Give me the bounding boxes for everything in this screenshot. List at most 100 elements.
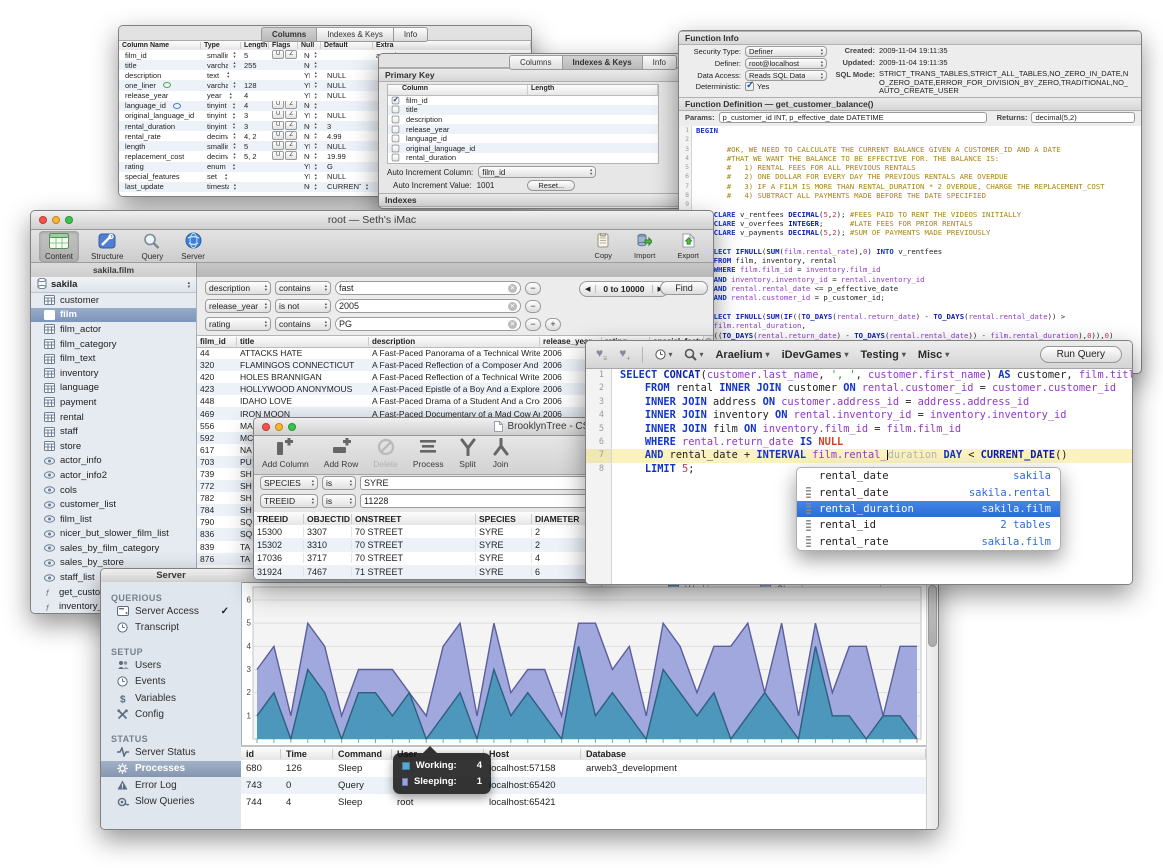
clear-icon[interactable]: ✕ [508, 284, 517, 293]
autocomplete-item[interactable]: rental_durationsakila.film [797, 501, 1060, 517]
csv-row[interactable]: 15302331070 STREETSYRE2 [254, 538, 604, 551]
flag-unsigned[interactable]: U [272, 141, 284, 150]
menu-idevgames[interactable]: iDevGames [782, 349, 849, 361]
toolbar-export[interactable]: Export [671, 231, 705, 261]
filter-value-input[interactable]: 2005✕ [335, 299, 521, 313]
stepper-icon[interactable]: ▴▾ [230, 102, 238, 110]
filter-column-select[interactable]: release_year▴▾ [205, 299, 271, 313]
stepper-icon[interactable]: ▴▾ [312, 102, 319, 110]
sidebar-item-users[interactable]: Users [101, 657, 241, 674]
tab-columns[interactable]: Columns [261, 27, 317, 42]
pk-row[interactable]: description [388, 115, 658, 125]
sidebar-item-film_category[interactable]: film_category [31, 337, 196, 352]
filter-column-select[interactable]: rating▴▾ [205, 317, 271, 331]
stepper-icon[interactable]: ▴▾ [312, 61, 319, 69]
toolbar-copy[interactable]: Copy [589, 231, 619, 261]
pk-row[interactable]: release_year [388, 124, 658, 134]
stepper-icon[interactable]: ▴▾ [224, 71, 232, 79]
data-access-select[interactable]: Reads SQL Data▴▾ [745, 70, 827, 81]
autocomplete-item[interactable]: rental_ratesakila.film [797, 534, 1060, 550]
filter-operator-select[interactable]: contains▴▾ [275, 317, 331, 331]
stepper-icon[interactable]: ▴▾ [230, 163, 238, 171]
stepper-icon[interactable]: ▴▾ [312, 92, 318, 100]
sidebar-item-config[interactable]: Config [101, 707, 241, 724]
menu-testing[interactable]: Testing [861, 349, 906, 361]
flag-zerofill[interactable]: Z [285, 141, 297, 150]
filter-operator-select[interactable]: is not▴▾ [275, 299, 331, 313]
remove-filter-button[interactable]: − [525, 318, 541, 331]
stepper-icon[interactable]: ▴▾ [230, 51, 238, 59]
stepper-icon[interactable]: ▴▾ [222, 173, 230, 181]
stepper-icon[interactable]: ▴▾ [230, 132, 238, 140]
sidebar-item-staff[interactable]: staff [31, 424, 196, 439]
pk-checkbox[interactable] [392, 116, 400, 124]
sidebar-item-actor_info[interactable]: actor_info [31, 454, 196, 469]
stepper-icon[interactable]: ▴▾ [312, 142, 318, 150]
find-button[interactable]: Find [660, 281, 708, 295]
stepper-icon[interactable]: ▴▾ [231, 183, 238, 191]
page-previous-button[interactable]: ◀ [580, 285, 596, 293]
clear-icon[interactable]: ✕ [508, 302, 517, 311]
add-filter-button[interactable]: + [545, 318, 561, 331]
pk-checkbox[interactable] [392, 154, 400, 162]
stepper-icon[interactable]: ▴▾ [230, 112, 238, 120]
clear-icon[interactable]: ✕ [508, 320, 517, 329]
pk-checkbox[interactable] [392, 135, 400, 143]
pk-checkbox[interactable] [392, 125, 400, 133]
vertical-scrollbar[interactable] [926, 582, 938, 829]
stepper-icon[interactable]: ▴▾ [312, 152, 319, 160]
csv-row[interactable]: 31924746771 STREETSYRE6 [254, 565, 604, 578]
stepper-icon[interactable]: ▴▾ [312, 81, 318, 89]
flag-zerofill[interactable]: Z [285, 101, 297, 110]
filter-value-input[interactable]: fast✕ [335, 281, 521, 295]
pk-checkbox[interactable] [392, 96, 400, 104]
params-input[interactable]: p_customer_id INT, p_effective_date DATE… [719, 112, 987, 123]
menu-misc[interactable]: Misc [918, 349, 949, 361]
zoom-button[interactable] [288, 423, 296, 431]
definer-select[interactable]: root@localhost▴▾ [745, 58, 827, 69]
tab-columns[interactable]: Columns [509, 55, 563, 70]
sidebar-item-events[interactable]: Events [101, 674, 241, 691]
remove-filter-button[interactable]: − [525, 300, 541, 313]
stepper-icon[interactable]: ▴▾ [230, 152, 238, 160]
tab-indexes-keys[interactable]: Indexes & Keys [317, 27, 394, 42]
pk-checkbox[interactable] [392, 144, 400, 152]
stepper-icon[interactable]: ▴▾ [188, 281, 190, 289]
filter-value-input[interactable]: SYRE [360, 476, 598, 490]
sidebar-item-variables[interactable]: $Variables [101, 690, 241, 707]
scrollbar-thumb[interactable] [928, 585, 937, 647]
autocomplete-item[interactable]: rental_id2 tables [797, 517, 1060, 533]
reset-button[interactable]: Reset... [527, 180, 575, 191]
pk-row[interactable]: language_id [388, 134, 658, 144]
process-row[interactable]: 7430Querylocalhost:65420 [241, 777, 926, 794]
tab-indexes-keys[interactable]: Indexes & Keys [563, 55, 643, 70]
toolbar-split[interactable]: Split [459, 438, 477, 469]
filter-operator-select[interactable]: contains▴▾ [275, 281, 331, 295]
favorite-add-icon[interactable]: ♥+ [619, 346, 630, 362]
pk-row[interactable]: title [388, 105, 658, 115]
title-bar[interactable]: BrooklynTree - CSV [254, 418, 604, 436]
sidebar-item-film_actor[interactable]: film_actor [31, 322, 196, 337]
favorites-list-icon[interactable]: ♥≡ [596, 346, 607, 362]
flag-unsigned[interactable]: U [272, 131, 284, 140]
title-bar[interactable]: root — Seth's iMac [31, 211, 713, 230]
flag-unsigned[interactable]: U [272, 50, 284, 59]
process-row[interactable]: 7444Sleeprootlocalhost:65421 [241, 794, 926, 811]
stepper-icon[interactable]: ▴▾ [312, 122, 319, 130]
tab-info[interactable]: Info [643, 55, 677, 70]
flag-unsigned[interactable]: U [272, 121, 284, 130]
toolbar-add-row[interactable]: Add Row [324, 438, 359, 469]
sidebar-item-film[interactable]: film [31, 308, 196, 323]
sidebar-item-actor_info2[interactable]: actor_info2 [31, 468, 196, 483]
flag-zerofill[interactable]: Z [285, 50, 297, 59]
stepper-icon[interactable]: ▴▾ [312, 71, 318, 79]
remove-filter-button[interactable]: − [525, 282, 541, 295]
sidebar-item-language[interactable]: language [31, 381, 196, 396]
sidebar-item-customer[interactable]: customer [31, 293, 196, 308]
sidebar-item-server-access[interactable]: Server Access✓ [101, 603, 241, 620]
stepper-icon[interactable]: ▴▾ [312, 173, 318, 181]
flag-zerofill[interactable]: Z [285, 151, 297, 160]
pk-row[interactable]: rental_duration [388, 153, 658, 163]
toolbar-process[interactable]: Process [413, 438, 444, 469]
stepper-icon[interactable]: ▴▾ [312, 183, 319, 191]
